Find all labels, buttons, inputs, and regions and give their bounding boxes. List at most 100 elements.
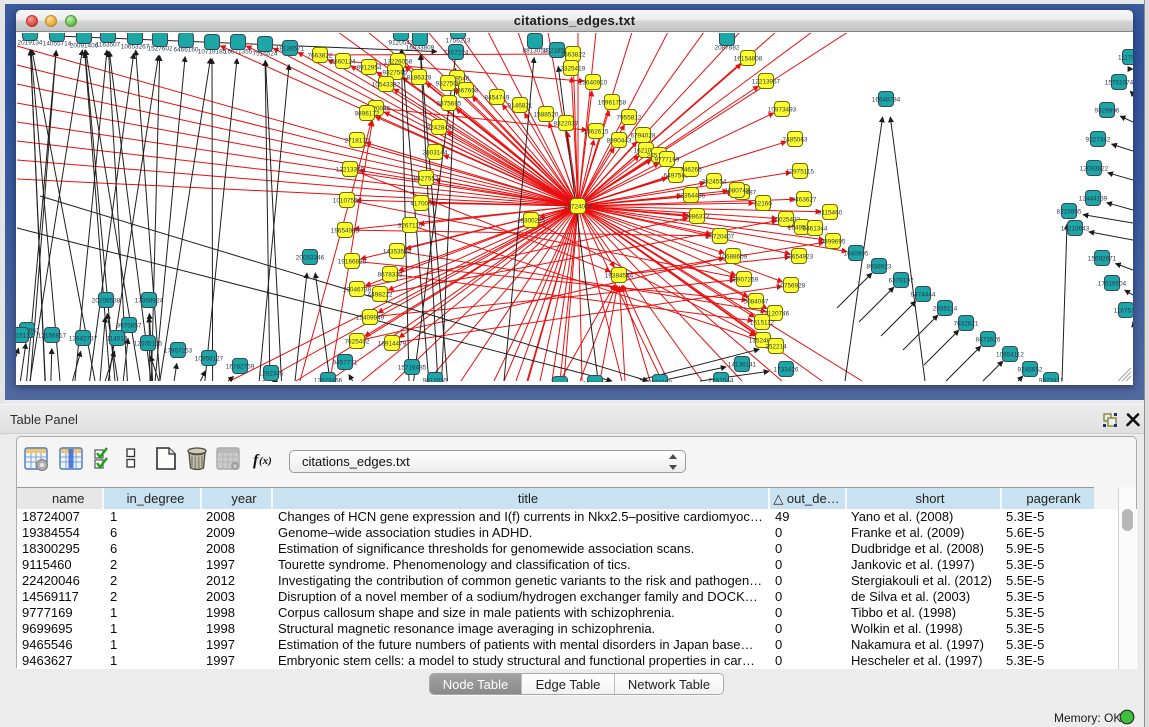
svg-text:16782759: 16782759 xyxy=(226,363,255,370)
svg-text:12923466: 12923466 xyxy=(314,377,343,382)
svg-text:14136141: 14136141 xyxy=(728,361,757,368)
svg-text:16154808: 16154808 xyxy=(734,55,763,62)
svg-text:746266: 746266 xyxy=(680,166,702,173)
svg-text:2718176: 2718176 xyxy=(345,137,370,144)
svg-text:1615112: 1615112 xyxy=(750,319,775,326)
svg-text:7955812: 7955812 xyxy=(617,114,642,121)
svg-text:8912954: 8912954 xyxy=(357,64,382,71)
svg-text:16914479: 16914479 xyxy=(378,340,407,347)
svg-text:3875685: 3875685 xyxy=(437,100,462,107)
svg-text:12505135: 12505135 xyxy=(134,340,163,347)
svg-text:12093822: 12093822 xyxy=(1080,165,1109,172)
svg-text:12156817: 12156817 xyxy=(38,332,67,339)
svg-text:16961758: 16961758 xyxy=(598,99,627,106)
svg-text:1362615: 1362615 xyxy=(584,128,609,135)
svg-text:3915127: 3915127 xyxy=(16,332,34,339)
svg-text:7485063: 7485063 xyxy=(783,136,808,143)
svg-text:9975857: 9975857 xyxy=(117,322,142,329)
svg-text:8463627: 8463627 xyxy=(792,196,817,203)
svg-text:1163507: 1163507 xyxy=(96,42,121,49)
svg-text:8660124: 8660124 xyxy=(331,58,356,65)
svg-text:14353594: 14353594 xyxy=(383,248,412,255)
svg-text:2935114: 2935114 xyxy=(933,305,958,312)
svg-text:252214: 252214 xyxy=(765,343,787,350)
svg-text:10756928: 10756928 xyxy=(777,282,806,289)
svg-text:8454749: 8454749 xyxy=(485,94,510,101)
svg-text:2367608: 2367608 xyxy=(454,87,479,94)
svg-text:7563822: 7563822 xyxy=(561,51,586,58)
svg-text:19384554: 19384554 xyxy=(605,272,634,279)
svg-text:9115460: 9115460 xyxy=(818,209,843,216)
svg-text:17957253: 17957253 xyxy=(164,347,193,354)
svg-text:1044127: 1044127 xyxy=(583,380,608,382)
svg-text:10107554: 10107554 xyxy=(333,197,362,204)
svg-text:18724007: 18724007 xyxy=(564,203,593,210)
svg-text:12975115: 12975115 xyxy=(786,168,814,175)
svg-text:15720407: 15720407 xyxy=(706,233,735,240)
svg-text:6466160: 6466160 xyxy=(174,47,199,54)
svg-text:18300295: 18300295 xyxy=(517,217,546,224)
svg-text:20091406: 20091406 xyxy=(70,43,99,50)
svg-text:16210643: 16210643 xyxy=(1061,225,1090,232)
svg-text:6794028: 6794028 xyxy=(631,132,656,139)
svg-text:16648784: 16648784 xyxy=(872,96,901,103)
svg-text:9812055: 9812055 xyxy=(423,377,448,382)
svg-text:1117503: 1117503 xyxy=(1118,54,1133,61)
svg-text:8990443: 8990443 xyxy=(607,137,632,144)
svg-text:19166825: 19166825 xyxy=(338,258,367,265)
svg-text:8322037: 8322037 xyxy=(554,120,579,127)
svg-text:17359924: 17359924 xyxy=(135,297,164,304)
svg-text:17016504: 17016504 xyxy=(1098,280,1127,287)
svg-text:20053346: 20053346 xyxy=(296,254,325,261)
svg-text:2087682: 2087682 xyxy=(715,45,740,52)
svg-text:114519: 114519 xyxy=(107,335,128,342)
svg-text:1733426: 1733426 xyxy=(774,366,799,373)
svg-text:(x): (x) xyxy=(259,455,272,467)
svg-text:1167533: 1167533 xyxy=(1114,307,1133,314)
svg-text:8938923: 8938923 xyxy=(867,263,892,270)
svg-text:62160: 62160 xyxy=(754,200,772,207)
svg-text:13640910: 13640910 xyxy=(579,79,608,86)
svg-text:9242848: 9242848 xyxy=(427,124,452,131)
svg-text:10973493: 10973493 xyxy=(768,106,797,113)
svg-text:9923411: 9923411 xyxy=(1039,377,1064,382)
svg-text:18126571: 18126571 xyxy=(276,45,305,52)
svg-text:1080748: 1080748 xyxy=(725,187,750,194)
svg-text:9474444: 9474444 xyxy=(911,291,936,298)
svg-text:12213369: 12213369 xyxy=(336,166,365,173)
svg-text:8471626: 8471626 xyxy=(976,336,1001,343)
svg-text:8215544: 8215544 xyxy=(548,381,573,382)
svg-text:1756213: 1756213 xyxy=(446,38,471,45)
svg-text:7986372: 7986372 xyxy=(685,213,710,220)
svg-text:13325419: 13325419 xyxy=(557,65,586,72)
svg-text:417006: 417006 xyxy=(410,200,432,207)
svg-text:9327508: 9327508 xyxy=(436,80,461,87)
svg-text:10653267: 10653267 xyxy=(121,44,150,51)
svg-text:18907269: 18907269 xyxy=(730,276,759,283)
svg-text:7632621: 7632621 xyxy=(954,320,979,327)
svg-text:2803144: 2803144 xyxy=(423,149,448,156)
svg-text:1588520: 1588520 xyxy=(534,111,559,118)
svg-text:12444139: 12444139 xyxy=(1079,195,1108,202)
svg-text:10654112: 10654112 xyxy=(996,351,1024,358)
svg-text:10958127: 10958127 xyxy=(195,355,224,362)
svg-text:3824554: 3824554 xyxy=(702,178,727,185)
svg-text:15692971: 15692971 xyxy=(1088,255,1117,262)
svg-text:7357224: 7357224 xyxy=(444,49,469,56)
svg-text:9457771: 9457771 xyxy=(333,359,358,366)
svg-text:9899695: 9899695 xyxy=(821,238,846,245)
svg-text:20364436: 20364436 xyxy=(677,192,706,199)
svg-text:2261544: 2261544 xyxy=(709,377,734,382)
svg-text:2019134: 2019134 xyxy=(18,40,43,47)
svg-text:12942737: 12942737 xyxy=(69,335,98,342)
svg-text:19654923: 19654923 xyxy=(785,253,814,260)
svg-text:9331150: 9331150 xyxy=(648,379,673,382)
svg-text:7663822: 7663822 xyxy=(308,52,333,59)
svg-text:7625402: 7625402 xyxy=(345,338,370,345)
svg-text:3267110: 3267110 xyxy=(398,222,423,229)
svg-text:9327505: 9327505 xyxy=(383,69,408,76)
svg-text:4498222: 4498222 xyxy=(368,291,393,298)
svg-text:10543382: 10543382 xyxy=(372,81,401,88)
svg-text:9245652: 9245652 xyxy=(1018,366,1043,373)
svg-text:16671355: 16671355 xyxy=(224,49,253,56)
